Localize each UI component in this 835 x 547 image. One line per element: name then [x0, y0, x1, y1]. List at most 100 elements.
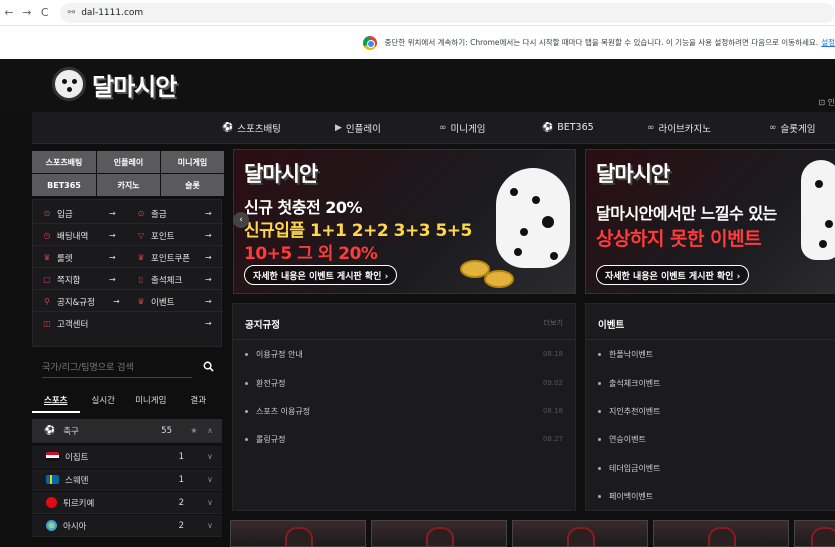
menu-event[interactable]: ♛ 이벤트 → [137, 291, 223, 312]
menu-label: 이벤트 [151, 297, 175, 308]
clock-icon: ◷ [43, 231, 51, 240]
list-item[interactable]: 이집트 1 ∨ [32, 446, 222, 468]
notice-title: 이용규정 안내 [256, 349, 303, 359]
list-item[interactable]: 튀르키예 2 ∨ [32, 492, 222, 514]
nav-inplay[interactable]: ▶ 인플레이 [335, 121, 381, 135]
chevron-up-icon[interactable]: ∧ [202, 426, 218, 435]
chevron-down-icon: ∨ [207, 498, 213, 507]
league-count: 1 [178, 451, 184, 462]
arrow-right-icon: → [109, 231, 116, 240]
nav-slot-game[interactable]: ∞ 슬롯게임 [769, 121, 815, 135]
event-item[interactable]: 지인추천이벤트 [598, 404, 823, 418]
panel-title: 공지규정 [245, 320, 280, 331]
category-bet365[interactable]: BET365 [32, 174, 96, 196]
category-slot[interactable]: 슬롯 [161, 174, 224, 196]
category-sports-betting[interactable]: 스포츠배팅 [32, 151, 96, 173]
notice-item[interactable]: 환전규정 09.02 [245, 376, 563, 390]
banner-headline-2: 신규입플 1+1 2+2 3+3 5+5 [244, 221, 472, 241]
menu-label: 출금 [151, 209, 167, 220]
bullet-icon [245, 409, 248, 413]
event-item[interactable]: 한폴낙이벤트 [598, 347, 823, 361]
soccer-ball-icon: ⚽ [44, 425, 56, 436]
banner-cta[interactable]: 자세한 내용은 이벤트 게시판 확인 › [596, 265, 750, 285]
event-item[interactable]: 출석체크이벤트 [598, 376, 823, 390]
tab-minigame[interactable]: 미니게임 [127, 391, 175, 413]
bullet-icon [598, 437, 601, 441]
header-login-icon[interactable]: ⊡ 인 [818, 97, 835, 108]
notice-item[interactable]: 스포츠 이용규정 08.18 [245, 404, 563, 418]
menu-withdraw[interactable]: ⊙ 출금 → [137, 203, 223, 224]
back-icon[interactable]: ← [0, 6, 18, 19]
menu-attendance[interactable]: ▯ 출석체크 → [137, 269, 223, 290]
category-casino[interactable]: 카지노 [97, 174, 160, 196]
menu-bet-history[interactable]: ◷ 배팅내역 → [43, 225, 133, 246]
arrow-right-icon: → [205, 209, 212, 218]
nav-sports-betting[interactable]: ⚽ 스포츠배팅 [222, 121, 281, 135]
tab-results[interactable]: 결과 [175, 391, 223, 413]
search-input[interactable] [42, 358, 192, 378]
menu-label: 포인트 [151, 231, 175, 242]
event-item[interactable]: 연승이벤트 [598, 432, 823, 446]
search-icon[interactable] [203, 361, 214, 372]
bullet-icon [245, 437, 248, 441]
menu-point-coupon[interactable]: ♛ 포인트쿠폰 → [137, 247, 223, 268]
more-link[interactable]: 더보기 [544, 318, 563, 328]
address-bar[interactable]: ⚯ dal-1111.com [59, 2, 835, 23]
game-thumbnail[interactable] [653, 520, 789, 547]
event-item[interactable]: 페이백이벤트 [598, 489, 823, 503]
game-thumbnail[interactable] [371, 520, 507, 547]
nav-bet365[interactable]: ⚽ BET365 [542, 122, 594, 133]
list-item[interactable]: 스웨덴 1 ∨ [32, 469, 222, 491]
event-banner-1[interactable]: 달마시안 신규 첫충전 20% 신규입플 1+1 2+2 3+3 5+5 10+… [233, 149, 576, 294]
nav-minigame[interactable]: ∞ 미니게임 [439, 121, 485, 135]
tab-live[interactable]: 실시간 [80, 391, 128, 413]
game-thumbnail[interactable] [512, 520, 648, 547]
list-item[interactable]: 아시아 2 ∨ [32, 515, 222, 537]
chrome-logo-icon [362, 35, 377, 50]
nav-live-casino[interactable]: ∞ 라이브카지노 [647, 121, 711, 135]
game-thumbnail[interactable] [794, 520, 835, 547]
category-minigame[interactable]: 미니게임 [161, 151, 224, 173]
forward-icon[interactable]: → [18, 6, 36, 19]
slider-prev-icon[interactable]: ‹ [233, 212, 249, 228]
dalmatian-logo-icon [52, 67, 86, 101]
game-thumbnail[interactable] [230, 520, 366, 547]
league-name: 튀르키예 [63, 498, 95, 509]
event-banner-2[interactable]: 달마시안 달마시안에서만 느낄수 있는 상상하지 못한 이벤트 자세한 내용은 … [585, 149, 835, 294]
event-item[interactable]: 테더입금이벤트 [598, 461, 823, 475]
arrow-right-icon: → [205, 231, 212, 240]
menu-deposit[interactable]: ⊙ 입금 → [43, 203, 133, 224]
bullet-icon [245, 381, 248, 385]
event-title: 지인추천이벤트 [609, 406, 661, 416]
panel-header: 공지규정 더보기 [233, 304, 575, 340]
star-icon[interactable]: ★ [186, 426, 202, 435]
bullet-icon [245, 352, 248, 356]
bullet-icon [598, 409, 601, 413]
notice-title: 롤링규정 [256, 434, 286, 444]
notice-item[interactable]: 롤링규정 08.27 [245, 432, 563, 446]
category-inplay[interactable]: 인플레이 [97, 151, 160, 173]
panel-header: 이벤트 [586, 304, 835, 340]
banner-logo: 달마시안 [244, 162, 318, 186]
notice-date: 08.27 [542, 435, 563, 443]
menu-customer-center[interactable]: ◫ 고객센터 → [43, 313, 223, 334]
tab-sports[interactable]: 스포츠 [32, 391, 80, 413]
sport-list: ⚽ 축구 55 ★ ∧ 이집트 1 ∨ 스웨덴 1 ∨ 튀르키예 2 ∨ 아시아… [32, 419, 222, 547]
sport-group-soccer[interactable]: ⚽ 축구 55 ★ ∧ [32, 419, 222, 443]
site-logo[interactable]: 달마시안 [52, 64, 177, 104]
menu-notice-rules[interactable]: ⚲ 공지&규정 → [43, 291, 133, 312]
menu-roulette[interactable]: ♛ 룰렛 → [43, 247, 133, 268]
notice-panel: 공지규정 더보기 이용규정 안내 08.18 환전규정 09.02 스포츠 이용규정… [232, 303, 576, 511]
banner-cta[interactable]: 자세한 내용은 이벤트 게시판 확인 › [244, 265, 398, 285]
reload-icon[interactable]: C [36, 6, 54, 19]
infobar-settings-link[interactable]: 설정 [821, 37, 835, 48]
menu-point[interactable]: ▽ 포인트 → [137, 225, 223, 246]
chevron-down-icon: ∨ [207, 521, 213, 530]
event-title: 출석체크이벤트 [609, 378, 661, 388]
menu-label: 공지&규정 [57, 297, 95, 308]
bullet-icon [598, 466, 601, 470]
menu-inbox[interactable]: ▢ 쪽지함 → [43, 269, 133, 290]
banner-logo: 달마시안 [596, 162, 670, 186]
notice-item[interactable]: 이용규정 안내 08.18 [245, 347, 563, 361]
site-info-icon[interactable]: ⚯ [68, 8, 76, 18]
